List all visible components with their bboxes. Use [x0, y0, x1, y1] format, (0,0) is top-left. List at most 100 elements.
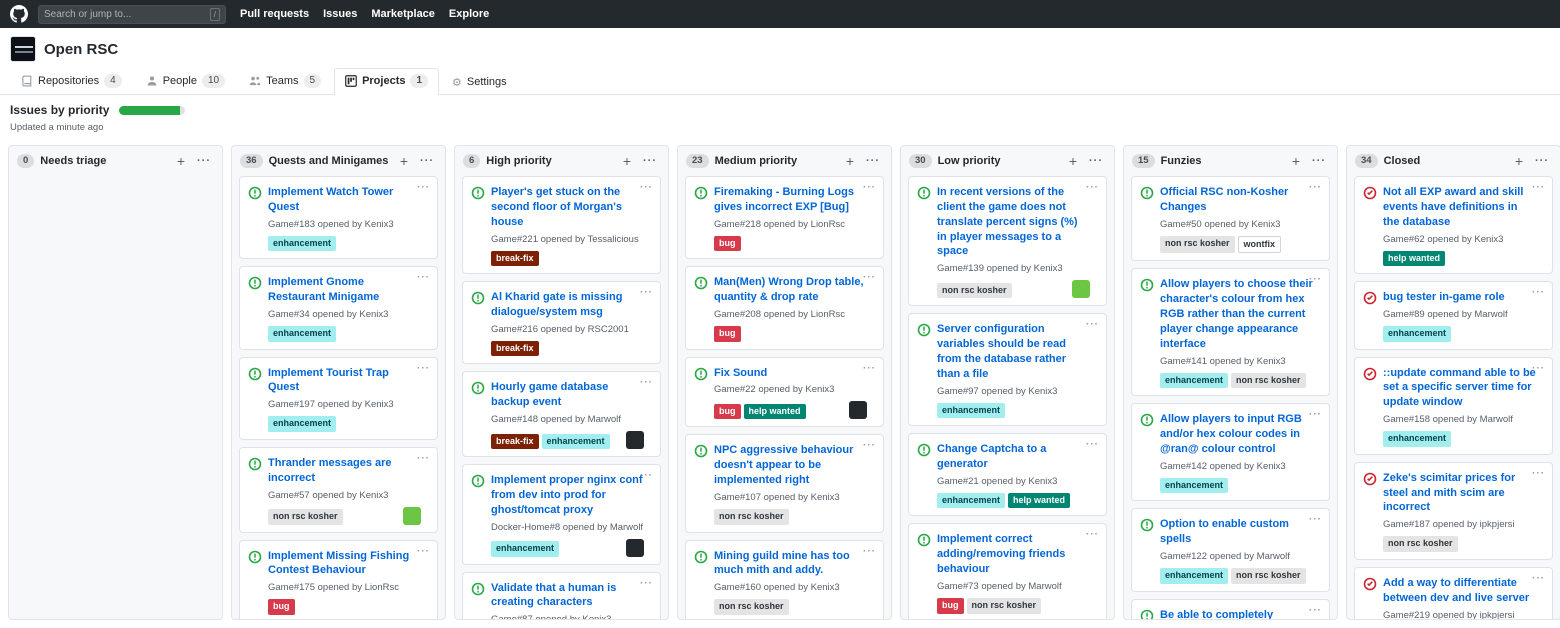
- tab-projects[interactable]: Projects1: [334, 68, 439, 95]
- card-menu-button[interactable]: ···: [417, 272, 430, 283]
- tab-teams[interactable]: Teams5: [238, 68, 332, 94]
- issue-card[interactable]: NPC aggressive behaviour doesn't appear …: [685, 434, 884, 532]
- column-menu-button[interactable]: ···: [194, 156, 214, 167]
- issue-title[interactable]: Be able to completely disable lottery th…: [1160, 608, 1313, 620]
- card-menu-button[interactable]: ···: [1309, 274, 1322, 285]
- issue-card[interactable]: Allow players to choose their character'…: [1131, 268, 1330, 396]
- issue-card[interactable]: Man(Men) Wrong Drop table, quantity & dr…: [685, 266, 884, 349]
- issue-title[interactable]: Thrander messages are incorrect: [268, 456, 421, 486]
- issue-card[interactable]: bug tester in-game role Game#89 opened b…: [1354, 281, 1553, 349]
- nav-issues[interactable]: Issues: [323, 8, 357, 20]
- issue-card[interactable]: Implement Watch Tower Quest Game#183 ope…: [239, 176, 438, 259]
- issue-title[interactable]: Official RSC non-Kosher Changes: [1160, 185, 1313, 215]
- add-card-button[interactable]: +: [1066, 154, 1080, 168]
- card-menu-button[interactable]: ···: [1532, 182, 1545, 193]
- column-menu-button[interactable]: ···: [863, 156, 883, 167]
- card-menu-button[interactable]: ···: [1309, 409, 1322, 420]
- search-input[interactable]: Search or jump to... /: [38, 5, 226, 24]
- issue-card[interactable]: Not all EXP award and skill events have …: [1354, 176, 1553, 274]
- issue-card[interactable]: Thrander messages are incorrect Game#57 …: [239, 447, 438, 533]
- card-menu-button[interactable]: ···: [1532, 468, 1545, 479]
- assignee-avatar[interactable]: [626, 431, 644, 449]
- card-menu-button[interactable]: ···: [1086, 319, 1099, 330]
- issue-card[interactable]: Fix Sound Game#22 opened by Kenix3 bughe…: [685, 357, 884, 428]
- issue-title[interactable]: ::update command able to be set a specif…: [1383, 366, 1536, 411]
- issue-card[interactable]: Add a way to differentiate between dev a…: [1354, 567, 1553, 619]
- card-menu-button[interactable]: ···: [863, 440, 876, 451]
- issue-title[interactable]: In recent versions of the client the gam…: [937, 185, 1090, 259]
- column-menu-button[interactable]: ···: [640, 156, 660, 167]
- add-card-button[interactable]: +: [397, 154, 411, 168]
- issue-title[interactable]: Implement proper nginx conf from dev int…: [491, 473, 644, 518]
- issue-card[interactable]: Implement Missing Fishing Contest Behavi…: [239, 540, 438, 619]
- issue-title[interactable]: Implement Missing Fishing Contest Behavi…: [268, 549, 421, 579]
- card-menu-button[interactable]: ···: [1532, 573, 1545, 584]
- card-menu-button[interactable]: ···: [417, 453, 430, 464]
- issue-card[interactable]: Official RSC non-Kosher Changes Game#50 …: [1131, 176, 1330, 261]
- card-menu-button[interactable]: ···: [417, 546, 430, 557]
- issue-title[interactable]: Zeke's scimitar prices for steel and mit…: [1383, 471, 1536, 516]
- card-menu-button[interactable]: ···: [1309, 514, 1322, 525]
- issue-title[interactable]: Option to enable custom spells: [1160, 517, 1313, 547]
- issue-card[interactable]: Player's get stuck on the second floor o…: [462, 176, 661, 274]
- issue-title[interactable]: Change Captcha to a generator: [937, 442, 1090, 472]
- issue-title[interactable]: Implement Gnome Restaurant Minigame: [268, 275, 421, 305]
- issue-card[interactable]: Change Captcha to a generator Game#21 op…: [908, 433, 1107, 516]
- org-avatar[interactable]: [10, 36, 36, 62]
- assignee-avatar[interactable]: [1072, 280, 1090, 298]
- assignee-avatar[interactable]: [403, 507, 421, 525]
- add-card-button[interactable]: +: [174, 154, 188, 168]
- issue-title[interactable]: NPC aggressive behaviour doesn't appear …: [714, 443, 867, 488]
- card-menu-button[interactable]: ···: [640, 470, 653, 481]
- issue-card[interactable]: Implement correct adding/removing friend…: [908, 523, 1107, 619]
- nav-marketplace[interactable]: Marketplace: [371, 8, 435, 20]
- issue-title[interactable]: Server configuration variables should be…: [937, 322, 1090, 381]
- card-menu-button[interactable]: ···: [1532, 287, 1545, 298]
- issue-card[interactable]: Validate that a human is creating charac…: [462, 572, 661, 619]
- issue-title[interactable]: Implement Watch Tower Quest: [268, 185, 421, 215]
- add-card-button[interactable]: +: [843, 154, 857, 168]
- issue-card[interactable]: Implement proper nginx conf from dev int…: [462, 464, 661, 565]
- issue-title[interactable]: Validate that a human is creating charac…: [491, 581, 644, 611]
- issue-card[interactable]: Hourly game database backup event Game#1…: [462, 371, 661, 457]
- card-menu-button[interactable]: ···: [1086, 182, 1099, 193]
- issue-title[interactable]: Implement correct adding/removing friend…: [937, 532, 1090, 577]
- tab-people[interactable]: People10: [135, 68, 236, 94]
- column-menu-button[interactable]: ···: [1532, 156, 1552, 167]
- add-card-button[interactable]: +: [1512, 154, 1526, 168]
- column-menu-button[interactable]: ···: [1086, 156, 1106, 167]
- issue-card[interactable]: ::update command able to be set a specif…: [1354, 357, 1553, 455]
- tab-repositories[interactable]: Repositories4: [10, 68, 133, 94]
- issue-title[interactable]: Firemaking - Burning Logs gives incorrec…: [714, 185, 867, 215]
- issue-title[interactable]: Mining guild mine has too much mith and …: [714, 549, 867, 579]
- issue-title[interactable]: Hourly game database backup event: [491, 380, 644, 410]
- card-menu-button[interactable]: ···: [1532, 363, 1545, 374]
- card-menu-button[interactable]: ···: [863, 272, 876, 283]
- card-menu-button[interactable]: ···: [863, 546, 876, 557]
- card-menu-button[interactable]: ···: [640, 287, 653, 298]
- issue-title[interactable]: Implement Tourist Trap Quest: [268, 366, 421, 396]
- column-menu-button[interactable]: ···: [417, 156, 437, 167]
- card-menu-button[interactable]: ···: [640, 182, 653, 193]
- issue-title[interactable]: bug tester in-game role: [1383, 290, 1536, 305]
- nav-explore[interactable]: Explore: [449, 8, 489, 20]
- issue-card[interactable]: Be able to completely disable lottery th…: [1131, 599, 1330, 620]
- tab-settings[interactable]: ⚙Settings: [441, 70, 518, 94]
- issue-card[interactable]: Implement Gnome Restaurant Minigame Game…: [239, 266, 438, 349]
- issue-card[interactable]: Zeke's scimitar prices for steel and mit…: [1354, 462, 1553, 560]
- issue-card[interactable]: Mining guild mine has too much mith and …: [685, 540, 884, 619]
- assignee-avatar[interactable]: [849, 401, 867, 419]
- issue-title[interactable]: Player's get stuck on the second floor o…: [491, 185, 644, 230]
- card-menu-button[interactable]: ···: [640, 377, 653, 388]
- issue-card[interactable]: Implement Tourist Trap Quest Game#197 op…: [239, 357, 438, 440]
- issue-card[interactable]: Allow players to input RGB and/or hex co…: [1131, 403, 1330, 501]
- issue-card[interactable]: Al Kharid gate is missing dialogue/syste…: [462, 281, 661, 364]
- column-menu-button[interactable]: ···: [1309, 156, 1329, 167]
- card-menu-button[interactable]: ···: [863, 182, 876, 193]
- issue-title[interactable]: Fix Sound: [714, 366, 867, 381]
- card-menu-button[interactable]: ···: [1309, 605, 1322, 616]
- card-menu-button[interactable]: ···: [417, 182, 430, 193]
- issue-title[interactable]: Add a way to differentiate between dev a…: [1383, 576, 1536, 606]
- github-logo-icon[interactable]: [10, 5, 28, 23]
- card-menu-button[interactable]: ···: [417, 363, 430, 374]
